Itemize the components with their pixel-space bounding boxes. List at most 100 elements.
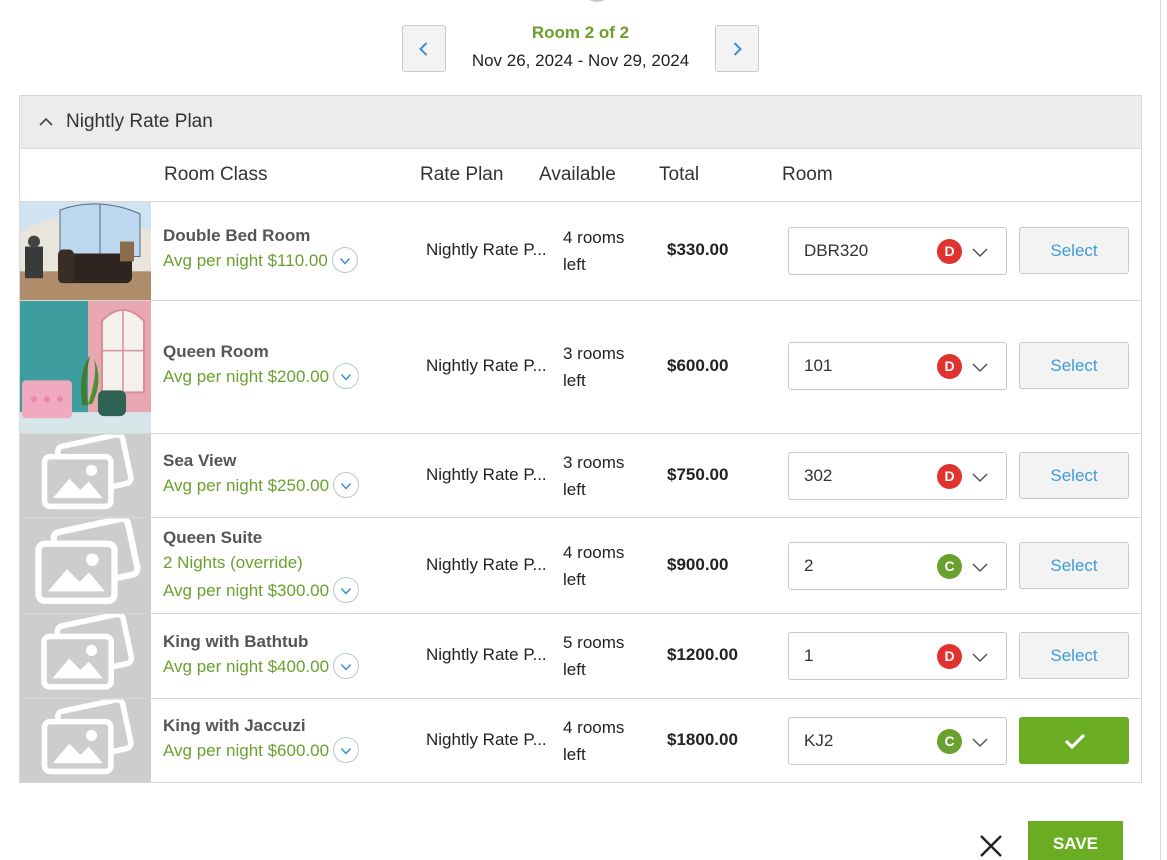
image-placeholder-icon (41, 699, 134, 774)
chevron-down-icon (972, 248, 988, 258)
total-price: $1800.00 (667, 730, 738, 749)
room-number-value: 1 (804, 646, 814, 665)
override-nights: 2 Nights (override) (163, 553, 303, 572)
room-class-cell: Sea View Avg per night $250.00 (163, 450, 360, 500)
image-placeholder-icon (34, 518, 141, 604)
rate-plan-name: Nightly Rate P... (426, 240, 547, 259)
chevron-down-icon (339, 257, 350, 265)
rate-plan-name: Nightly Rate P... (426, 730, 547, 749)
avg-per-night: Avg per night $200.00 (163, 362, 360, 391)
image-placeholder-icon (40, 614, 134, 690)
expand-details-button[interactable] (331, 246, 358, 273)
save-button[interactable]: SAVE (1028, 821, 1123, 860)
total-price: $750.00 (667, 465, 729, 484)
avg-per-night: Avg per night $250.00 (163, 471, 360, 500)
expand-details-button[interactable] (333, 736, 360, 763)
previous-room-button[interactable] (402, 25, 446, 72)
chevron-down-icon (972, 738, 988, 748)
expand-details-button[interactable] (333, 652, 360, 679)
room-number-value: 2 (804, 556, 814, 575)
chevron-down-icon (340, 663, 352, 671)
select-room-button[interactable]: Select (1019, 632, 1129, 679)
select-room-button[interactable]: Select (1019, 342, 1129, 389)
room-number-select[interactable]: DBR320 D (788, 227, 1007, 275)
room-number-value: DBR320 (804, 241, 869, 260)
availability: 4 rooms left (563, 543, 625, 589)
chevron-down-icon (340, 482, 352, 490)
room-status-badge: D (937, 464, 962, 489)
rate-plan-name: Nightly Rate P... (426, 356, 547, 375)
chevron-right-icon (733, 41, 742, 56)
availability: 3 rooms left (563, 453, 625, 499)
room-status-badge: C (937, 554, 962, 579)
expand-details-button[interactable] (333, 576, 360, 603)
room-photo-placeholder (20, 614, 151, 698)
avg-per-night: Avg per night $110.00 (163, 246, 358, 275)
next-room-button[interactable] (715, 25, 759, 72)
close-icon[interactable] (978, 833, 1004, 859)
availability: 4 rooms left (563, 718, 625, 764)
room-photo-placeholder (20, 518, 151, 613)
room-number-select[interactable]: 2 C (788, 542, 1007, 590)
avg-per-night: Avg per night $400.00 (163, 652, 360, 681)
room-class-name: Queen Room (163, 342, 269, 361)
chevron-up-icon (39, 117, 53, 126)
availability: 3 rooms left (563, 344, 625, 390)
column-total: Total (659, 164, 700, 185)
select-room-button[interactable]: Select (1019, 542, 1129, 589)
room-status-badge: D (937, 354, 962, 379)
table-row: Sea View Avg per night $250.00 Nightly R… (20, 434, 1141, 518)
chevron-down-icon (972, 363, 988, 373)
room-class-name: Queen Suite (163, 528, 263, 547)
room-photo (20, 202, 151, 300)
room-number-value: 302 (804, 466, 833, 485)
room-photo (20, 301, 151, 433)
room-photo-placeholder (20, 699, 151, 782)
image-placeholder-icon (41, 434, 134, 509)
room-counter: Room 2 of 2 (531, 23, 630, 42)
room-number-select[interactable]: 302 D (788, 452, 1007, 500)
rate-plan-panel-header[interactable]: Nightly Rate Plan (20, 96, 1141, 149)
room-class-name: Double Bed Room (163, 226, 311, 245)
room-status-badge: C (937, 729, 962, 754)
room-class-cell: Double Bed Room Avg per night $110.00 (163, 225, 358, 275)
table-row: King with Bathtub Avg per night $400.00 … (20, 614, 1141, 699)
checkmark-icon (1064, 733, 1086, 750)
room-class-cell: King with Jaccuzi Avg per night $600.00 (163, 715, 360, 765)
room-number-select[interactable]: 101 D (788, 342, 1007, 390)
availability: 4 rooms left (563, 228, 625, 274)
chevron-down-icon (340, 373, 352, 381)
total-price: $1200.00 (667, 645, 738, 664)
total-price: $600.00 (667, 356, 729, 375)
room-number-select[interactable]: 1 D (788, 632, 1007, 680)
column-rate-plan: Rate Plan (420, 164, 504, 185)
selected-room-button[interactable] (1019, 717, 1129, 764)
expand-details-button[interactable] (333, 471, 360, 498)
room-number-value: 101 (804, 356, 833, 375)
booking-room-selection: Room 2 of 2 Nov 26, 2024 - Nov 29, 2024 … (0, 0, 1167, 860)
rate-plan-panel: Nightly Rate Plan Room Class Rate Plan A… (19, 95, 1142, 783)
chevron-down-icon (972, 473, 988, 483)
expand-details-button[interactable] (333, 362, 360, 389)
stay-date-range: Nov 26, 2024 - Nov 29, 2024 (471, 51, 690, 70)
room-class-cell: Queen Suite 2 Nights (override) Avg per … (163, 527, 360, 605)
rate-plan-name: Nightly Rate P... (426, 645, 547, 664)
column-available: Available (539, 164, 616, 185)
room-class-cell: Queen Room Avg per night $200.00 (163, 341, 360, 391)
room-class-name: King with Jaccuzi (163, 716, 306, 735)
room-class-name: Sea View (163, 451, 237, 470)
column-room-class: Room Class (164, 164, 268, 185)
avg-per-night: Avg per night $300.00 (163, 576, 360, 605)
room-class-cell: King with Bathtub Avg per night $400.00 (163, 631, 360, 681)
room-number-select[interactable]: KJ2 C (788, 717, 1007, 765)
chevron-down-icon (972, 563, 988, 573)
room-number-value: KJ2 (804, 731, 834, 750)
scrollbar-edge (1160, 0, 1161, 860)
avg-per-night: Avg per night $600.00 (163, 736, 360, 765)
availability: 5 rooms left (563, 633, 625, 679)
chevron-down-icon (340, 587, 352, 595)
rate-plan-name: Nightly Rate P... (426, 555, 547, 574)
select-room-button[interactable]: Select (1019, 452, 1129, 499)
chevron-left-icon (419, 41, 428, 56)
select-room-button[interactable]: Select (1019, 227, 1129, 274)
